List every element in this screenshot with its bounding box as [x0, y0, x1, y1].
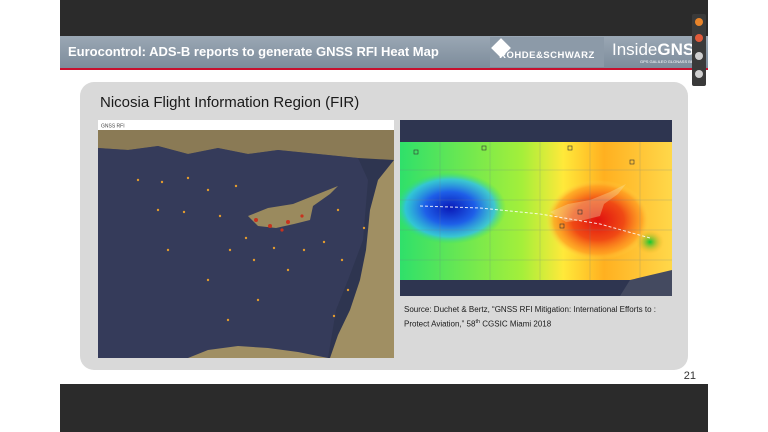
sidebar-toolbar	[692, 14, 706, 86]
page-number: 21	[683, 370, 696, 382]
link-icon[interactable]	[695, 70, 703, 78]
slide-subtitle: Nicosia Flight Information Region (FIR)	[100, 94, 360, 111]
slide-title: Eurocontrol: ADS-B reports to generate G…	[68, 44, 439, 59]
rohde-schwarz-logo: ROHDE&SCHWARZ	[490, 37, 604, 67]
email-icon[interactable]	[695, 52, 703, 60]
slide: Eurocontrol: ADS-B reports to generate G…	[60, 36, 708, 384]
share-icon[interactable]	[695, 18, 703, 26]
slide-title-bar: Eurocontrol: ADS-B reports to generate G…	[60, 36, 708, 68]
title-accent-line	[60, 68, 708, 70]
gnss-rfi-heat-map	[400, 120, 672, 296]
content-panel: Nicosia Flight Information Region (FIR) …	[80, 82, 688, 370]
source-citation: Source: Duchet & Bertz, “GNSS RFI Mitiga…	[404, 305, 656, 329]
microphone-icon[interactable]	[695, 34, 703, 42]
adsb-reports-map: GNSS RFI	[98, 120, 394, 358]
top-letterbox-bar	[60, 0, 708, 36]
map-header-label: GNSS RFI	[101, 124, 125, 130]
bottom-letterbox-bar	[60, 384, 708, 432]
